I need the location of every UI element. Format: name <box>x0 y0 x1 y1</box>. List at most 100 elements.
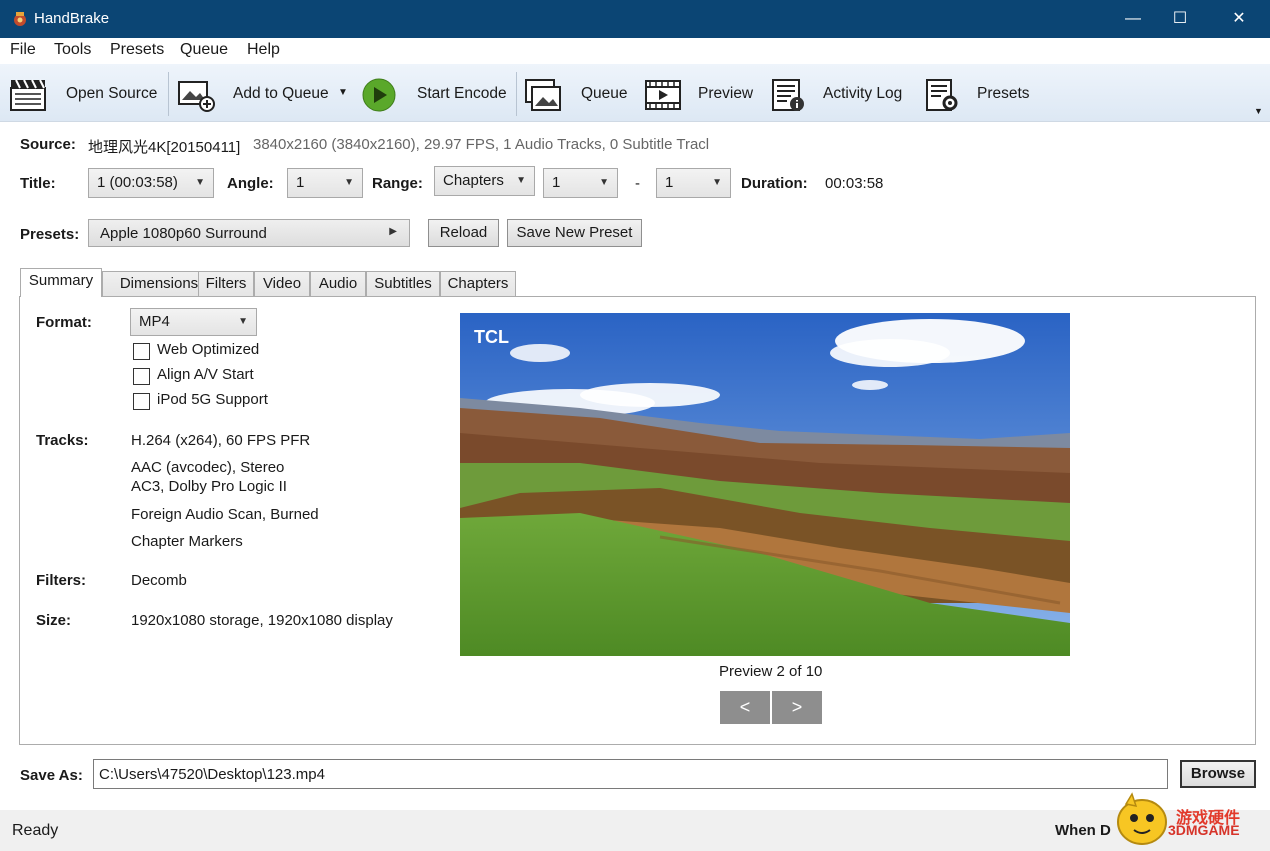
minimize-button[interactable]: — <box>1110 0 1156 38</box>
source-info: 3840x2160 (3840x2160), 29.97 FPS, 1 Audi… <box>253 136 710 153</box>
add-to-queue-button[interactable]: Add to Queue ▼ <box>174 64 354 122</box>
tab-video[interactable]: Video <box>254 271 310 296</box>
watermark-mascot-icon <box>1117 792 1167 845</box>
tab-summary[interactable]: Summary <box>20 268 102 297</box>
handbrake-app-icon <box>14 12 26 26</box>
close-button[interactable]: ✕ <box>1216 0 1262 38</box>
open-source-label: Open Source <box>66 85 158 102</box>
size-value: 1920x1080 storage, 1920x1080 display <box>131 612 393 629</box>
ipod-support-label: iPod 5G Support <box>157 391 268 408</box>
track-subtitles: Foreign Audio Scan, Burned <box>131 506 319 523</box>
align-av-checkbox[interactable] <box>133 368 150 385</box>
range-start-select[interactable]: 1 ▼ <box>543 168 618 198</box>
preset-select[interactable]: Apple 1080p60 Surround ▶ <box>88 219 410 247</box>
range-separator: - <box>635 175 640 192</box>
open-source-button[interactable]: Open Source <box>6 64 162 122</box>
preview-logo-text: TCL <box>474 327 509 347</box>
save-as-path-input[interactable]: C:\Users\47520\Desktop\123.mp4 <box>93 759 1168 789</box>
chevron-down-icon: ▼ <box>599 177 609 188</box>
film-preview-icon <box>645 80 681 110</box>
reload-button[interactable]: Reload <box>428 219 499 247</box>
range-label: Range: <box>372 175 423 192</box>
menu-tools[interactable]: Tools <box>54 41 91 59</box>
size-label: Size: <box>36 612 72 629</box>
watermark-subtext: 3DMGAME <box>1168 822 1240 838</box>
chevron-down-icon: ▼ <box>344 177 354 188</box>
filters-label: Filters: <box>36 572 87 589</box>
chevron-down-icon: ▼ <box>516 175 526 186</box>
add-to-queue-label: Add to Queue <box>233 85 329 102</box>
preview-next-button[interactable]: > <box>772 691 822 724</box>
angle-label: Angle: <box>227 175 274 192</box>
tab-subtitles[interactable]: Subtitles <box>366 271 440 296</box>
presets-button[interactable]: Presets <box>922 64 1032 122</box>
chevron-down-icon: ▼ <box>195 177 205 188</box>
tab-chapters[interactable]: Chapters <box>440 271 516 296</box>
menu-bar: File Tools Presets Queue Help <box>0 38 1270 64</box>
title-select[interactable]: 1 (00:03:58) ▼ <box>88 168 214 198</box>
angle-select[interactable]: 1 ▼ <box>287 168 363 198</box>
track-audio-2: AC3, Dolby Pro Logic II <box>131 478 287 495</box>
chevron-down-icon: ▼ <box>712 177 722 188</box>
tab-audio[interactable]: Audio <box>310 271 366 296</box>
save-as-path-value: C:\Users\47520\Desktop\123.mp4 <box>99 766 325 783</box>
start-encode-button[interactable]: Start Encode <box>360 64 508 122</box>
duration-value: 00:03:58 <box>825 175 884 192</box>
save-as-label: Save As: <box>20 767 83 784</box>
format-select-value: MP4 <box>139 313 170 330</box>
web-optimized-checkbox[interactable] <box>133 343 150 360</box>
tracks-label: Tracks: <box>36 432 89 449</box>
menu-help[interactable]: Help <box>247 41 280 59</box>
range-start-value: 1 <box>552 174 561 191</box>
presets-row-label: Presets: <box>20 226 80 243</box>
range-select[interactable]: Chapters ▼ <box>434 166 535 196</box>
browse-button[interactable]: Browse <box>1180 760 1256 788</box>
play-icon <box>362 78 396 112</box>
status-text: Ready <box>12 822 59 839</box>
queue-button[interactable]: Queue <box>522 64 634 122</box>
preview-caption: Preview 2 of 10 <box>719 663 823 680</box>
menu-presets[interactable]: Presets <box>110 41 164 59</box>
activity-log-label: Activity Log <box>823 85 903 102</box>
range-select-value: Chapters <box>443 172 504 189</box>
track-audio-1: AAC (avcodec), Stereo <box>131 459 285 476</box>
queue-label: Queue <box>581 85 628 102</box>
maximize-button[interactable]: ☐ <box>1157 0 1203 38</box>
menu-file[interactable]: File <box>10 41 36 59</box>
range-end-value: 1 <box>665 174 674 191</box>
preset-select-value: Apple 1080p60 Surround <box>100 225 267 242</box>
chevron-down-icon: ▼ <box>238 316 248 327</box>
menu-queue[interactable]: Queue <box>180 41 228 59</box>
title-label: Title: <box>20 175 56 192</box>
add-image-icon <box>178 81 215 112</box>
chevron-right-icon: ▶ <box>389 226 397 237</box>
source-name: 地理风光4K[20150411] <box>88 139 241 156</box>
toolbar-overflow-icon[interactable]: ▼ <box>1254 106 1263 116</box>
start-encode-label: Start Encode <box>417 85 507 102</box>
web-optimized-label: Web Optimized <box>157 341 260 358</box>
preview-previous-button[interactable]: < <box>720 691 770 724</box>
queue-icon <box>525 79 561 111</box>
activity-log-button[interactable]: Activity Log <box>768 64 910 122</box>
title-bar: HandBrake — ☐ ✕ <box>0 0 1270 38</box>
range-end-select[interactable]: 1 ▼ <box>656 168 731 198</box>
toolbar-separator <box>516 72 517 116</box>
format-select[interactable]: MP4 ▼ <box>130 308 257 336</box>
when-done-label: When D <box>1055 822 1111 839</box>
source-label: Source: <box>20 136 76 153</box>
preview-label: Preview <box>698 85 754 102</box>
track-video: H.264 (x264), 60 FPS PFR <box>131 432 311 449</box>
presets-gear-icon <box>926 79 958 111</box>
status-bar: Ready When D 游戏硬件 3DMGAME <box>0 792 1270 851</box>
tab-filters[interactable]: Filters <box>198 271 254 296</box>
preview-image: TCL <box>460 313 1070 656</box>
save-new-preset-button[interactable]: Save New Preset <box>507 219 642 247</box>
toolbar: Open Source Add to Queue ▼ Start Encode … <box>0 64 1270 122</box>
add-to-queue-dropdown-icon[interactable]: ▼ <box>338 87 348 98</box>
track-chapters: Chapter Markers <box>131 533 243 550</box>
ipod-support-checkbox[interactable] <box>133 393 150 410</box>
presets-label: Presets <box>977 85 1030 102</box>
activity-log-icon <box>772 79 804 111</box>
preview-button[interactable]: Preview <box>642 64 758 122</box>
clapperboard-icon <box>10 79 46 111</box>
